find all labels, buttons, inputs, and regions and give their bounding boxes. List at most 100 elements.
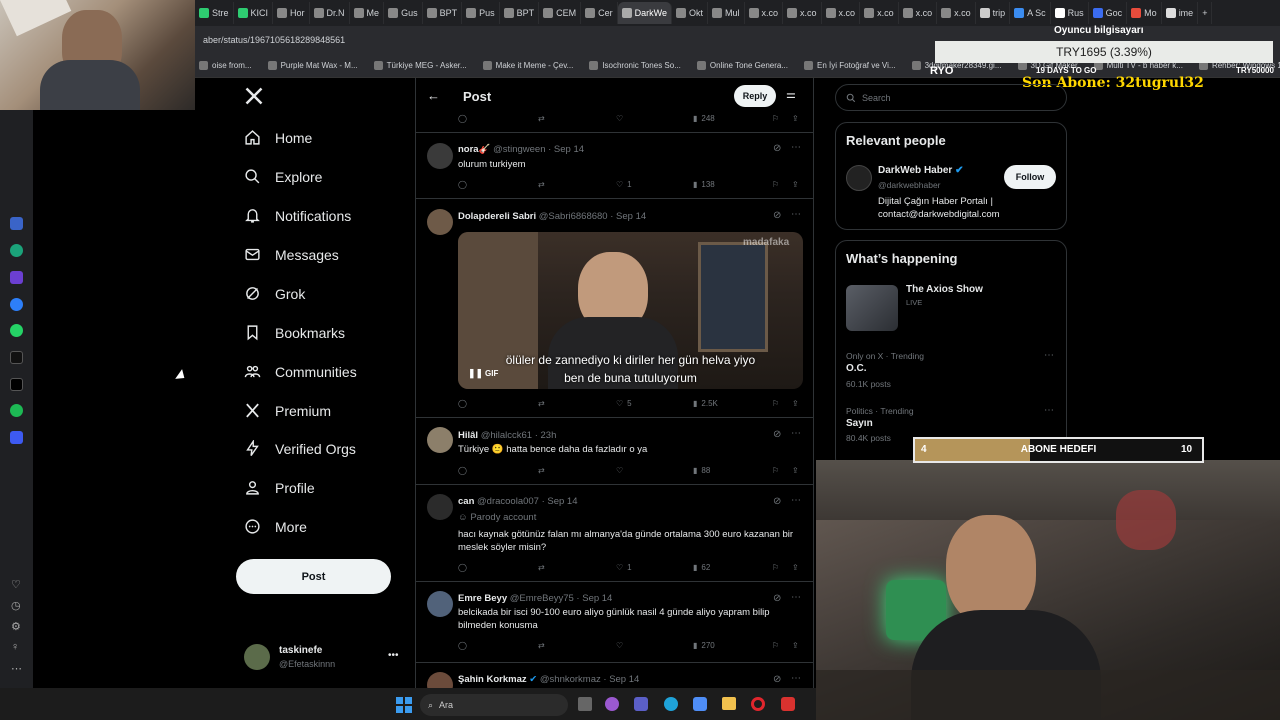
- sidebar-app-icon[interactable]: [10, 217, 23, 230]
- grok-icon[interactable]: ⊘: [773, 210, 781, 221]
- nav-more[interactable]: More: [244, 518, 307, 535]
- share-icon[interactable]: ⇪: [792, 466, 799, 475]
- bookmark-icon[interactable]: ⚐: [772, 399, 779, 408]
- more-icon[interactable]: ⋯: [1044, 350, 1054, 361]
- browser-tab[interactable]: Stre: [195, 2, 234, 24]
- trend-name[interactable]: O.C.: [846, 363, 867, 374]
- browser-tab[interactable]: x.co: [745, 2, 784, 24]
- url-text[interactable]: aber/status/1967105618289848561: [203, 35, 345, 45]
- bookmark-icon[interactable]: ⚐: [772, 466, 779, 475]
- app-icon[interactable]: [781, 697, 795, 711]
- search-input[interactable]: Search: [835, 84, 1067, 111]
- views-icon[interactable]: ▮ 2.5K: [693, 399, 718, 408]
- avatar[interactable]: [846, 165, 872, 191]
- browser-tab[interactable]: DarkWe: [617, 2, 672, 24]
- share-icon[interactable]: ⇪: [792, 114, 799, 123]
- like-icon[interactable]: ♡: [616, 641, 623, 650]
- reply-icon[interactable]: ◯: [458, 399, 467, 408]
- more-icon[interactable]: ⋯: [1044, 405, 1054, 416]
- tweet[interactable]: Emre Beyy @EmreBeyy75 · Sep 14 ⊘ ⋯ belci…: [416, 583, 813, 663]
- browser-tab[interactable]: x.co: [860, 2, 899, 24]
- more-icon[interactable]: ⋯: [791, 592, 801, 603]
- tweet-author[interactable]: Emre Beyy: [458, 593, 507, 604]
- views-icon[interactable]: ▮ 270: [693, 641, 715, 650]
- opera-icon[interactable]: [751, 697, 765, 711]
- avatar[interactable]: [244, 644, 270, 670]
- browser-tab[interactable]: KICI: [234, 2, 274, 24]
- reply-button[interactable]: Reply: [734, 85, 776, 107]
- grok-icon[interactable]: ⊘: [773, 674, 781, 685]
- browser-tab[interactable]: x.co: [822, 2, 861, 24]
- new-tab-icon[interactable]: +: [1198, 2, 1213, 24]
- nav-home[interactable]: Home: [244, 129, 312, 146]
- nav-bookmarks[interactable]: Bookmarks: [244, 324, 345, 341]
- clock-icon[interactable]: ◷: [11, 599, 21, 612]
- bookmark-item[interactable]: Türkiye MEG - Asker...: [373, 61, 467, 70]
- nav-verified-orgs[interactable]: Verified Orgs: [244, 440, 356, 457]
- tweet[interactable]: Şahin Korkmaz ✔ @shnkorkmaz · Sep 14 ⊘ ⋯: [416, 664, 813, 688]
- nav-communities[interactable]: Communities: [244, 363, 357, 380]
- teams-icon[interactable]: [634, 697, 648, 711]
- nav-explore[interactable]: Explore: [244, 168, 322, 185]
- retweet-icon[interactable]: ⇄: [538, 641, 545, 650]
- person-name[interactable]: DarkWeb Haber ✔: [878, 165, 963, 176]
- browser-tab[interactable]: BPT: [500, 2, 540, 24]
- chatgpt-icon[interactable]: [10, 244, 23, 257]
- tweet-author[interactable]: Şahin Korkmaz: [458, 674, 527, 685]
- tweet[interactable]: can @dracoola007 · Sep 14 ⊘ ⋯ ☺ Parody a…: [416, 486, 813, 582]
- retweet-icon[interactable]: ⇄: [538, 466, 545, 475]
- share-icon[interactable]: ⇪: [792, 180, 799, 189]
- retweet-icon[interactable]: ⇄: [538, 114, 545, 123]
- views-icon[interactable]: ▮ 138: [693, 180, 715, 189]
- more-icon[interactable]: ⋯: [791, 142, 801, 153]
- bookmark-item[interactable]: oise from...: [199, 61, 252, 70]
- retweet-icon[interactable]: ⇄: [538, 563, 545, 572]
- grok-icon[interactable]: ⊘: [773, 593, 781, 604]
- tiktok-icon[interactable]: [10, 351, 23, 364]
- x-icon[interactable]: [10, 378, 23, 391]
- reply-icon[interactable]: ◯: [458, 114, 467, 123]
- tweet[interactable]: nora🎸 @stingween · Sep 14 ⊘ ⋯ olurum tur…: [416, 133, 813, 199]
- tweet-gif[interactable]: madafaka ölüler de zannediyo ki diriler …: [458, 232, 803, 389]
- avatar[interactable]: [427, 427, 453, 453]
- nav-premium[interactable]: Premium: [244, 402, 331, 419]
- bookmark-item[interactable]: Isochronic Tones So...: [589, 61, 681, 70]
- like-icon[interactable]: ♡ 1: [616, 180, 632, 189]
- browser-tab[interactable]: x.co: [899, 2, 938, 24]
- avatar[interactable]: [427, 672, 453, 688]
- tweet-author[interactable]: Dolapdereli Sabri: [458, 211, 536, 222]
- copilot-icon[interactable]: [605, 697, 619, 711]
- avatar[interactable]: [427, 143, 453, 169]
- grok-icon[interactable]: ⊘: [773, 496, 781, 507]
- post-button[interactable]: Post: [236, 559, 391, 594]
- avatar[interactable]: [427, 209, 453, 235]
- spotify-icon[interactable]: [10, 404, 23, 417]
- settings-icon[interactable]: ⚙: [11, 620, 21, 633]
- whatsapp-icon[interactable]: [10, 324, 23, 337]
- bookmark-icon[interactable]: ⚐: [772, 180, 779, 189]
- like-icon[interactable]: ♡ 1: [616, 563, 632, 572]
- nav-profile[interactable]: Profile: [244, 479, 315, 496]
- show-title[interactable]: The Axios Show: [906, 284, 983, 295]
- reply-icon[interactable]: ◯: [458, 563, 467, 572]
- reply-icon[interactable]: ◯: [458, 466, 467, 475]
- retweet-icon[interactable]: ⇄: [538, 180, 545, 189]
- browser-tab[interactable]: Okt: [672, 2, 708, 24]
- browser-tab[interactable]: x.co: [937, 2, 976, 24]
- browser-tab[interactable]: Me: [350, 2, 385, 24]
- browser-tab[interactable]: Hor: [273, 2, 310, 24]
- account-menu-icon[interactable]: •••: [388, 650, 399, 661]
- nav-grok[interactable]: Grok: [244, 285, 305, 302]
- tweet-author[interactable]: can: [458, 496, 474, 507]
- bookmark-item[interactable]: En İyi Fotoğraf ve Vi...: [804, 61, 896, 70]
- bulb-icon[interactable]: ♀: [11, 641, 19, 653]
- grok-icon[interactable]: ⊘: [773, 143, 781, 154]
- heart-icon[interactable]: ♡: [11, 578, 21, 591]
- task-view-icon[interactable]: [578, 697, 592, 711]
- app-icon-2[interactable]: [10, 431, 23, 444]
- taskbar-search[interactable]: ⌕ Ara: [420, 694, 568, 716]
- bookmark-icon[interactable]: ⚐: [772, 641, 779, 650]
- bookmark-icon[interactable]: ⚐: [772, 114, 779, 123]
- avatar[interactable]: [427, 591, 453, 617]
- browser-tab[interactable]: trip: [976, 2, 1011, 24]
